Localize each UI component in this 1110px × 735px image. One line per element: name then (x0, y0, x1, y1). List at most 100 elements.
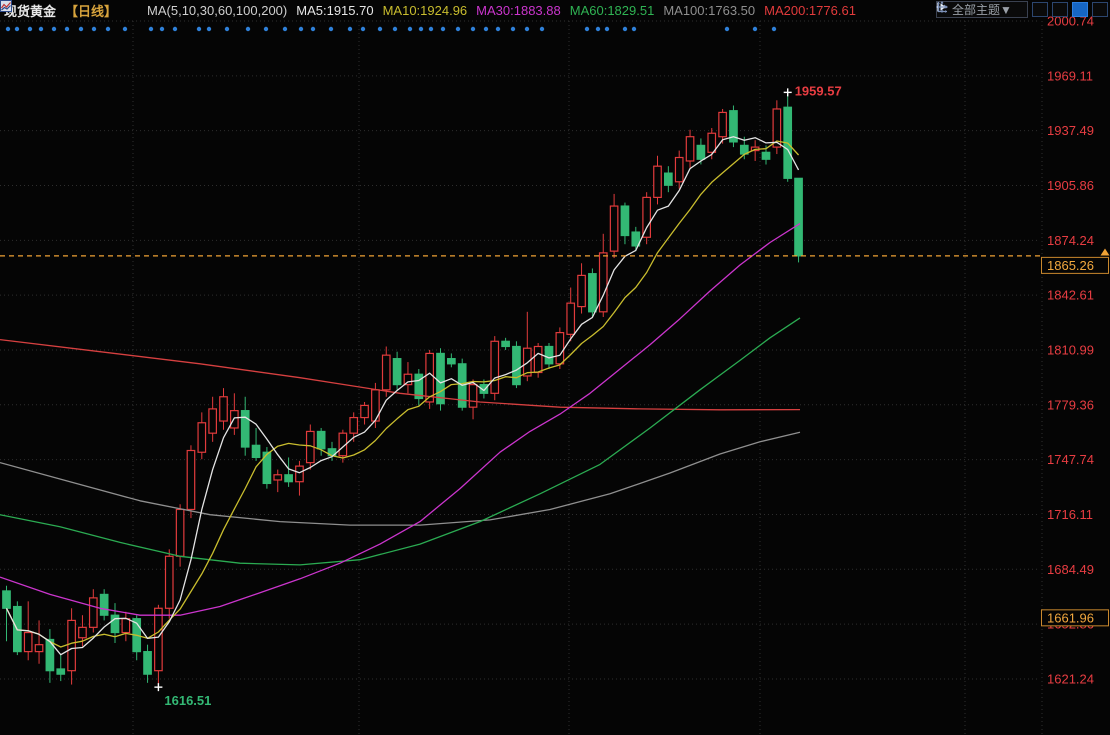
event-dot[interactable] (772, 27, 776, 31)
event-dot[interactable] (471, 27, 475, 31)
event-dot[interactable] (725, 27, 729, 31)
candle-body-up[interactable] (166, 556, 174, 608)
period-label[interactable]: 【日线】 (65, 1, 117, 20)
candle-body-up[interactable] (426, 353, 434, 402)
candle-body-up[interactable] (708, 133, 716, 152)
event-dot[interactable] (39, 27, 43, 31)
event-dot[interactable] (753, 27, 757, 31)
candle-body-down[interactable] (437, 353, 445, 403)
event-dot[interactable] (484, 27, 488, 31)
candle-body-up[interactable] (610, 206, 618, 251)
event-dot[interactable] (540, 27, 544, 31)
candle-body-up[interactable] (686, 137, 694, 161)
play-to-axis-icon[interactable] (1072, 2, 1088, 17)
candle-body-up[interactable] (600, 253, 608, 312)
event-dot[interactable] (123, 27, 127, 31)
candle-body-down[interactable] (621, 206, 629, 235)
event-dot[interactable] (207, 27, 211, 31)
candle-body-up[interactable] (209, 409, 217, 433)
event-dot[interactable] (496, 27, 500, 31)
event-dot[interactable] (65, 27, 69, 31)
candle-body-up[interactable] (68, 620, 76, 670)
event-dot[interactable] (623, 27, 627, 31)
event-dot[interactable] (160, 27, 164, 31)
candle-body-down[interactable] (241, 411, 249, 447)
candle-body-up[interactable] (220, 397, 228, 421)
event-dot[interactable] (106, 27, 110, 31)
event-dot[interactable] (197, 27, 201, 31)
candle-body-up[interactable] (469, 385, 477, 408)
event-dot[interactable] (225, 27, 229, 31)
event-dot[interactable] (311, 27, 315, 31)
candle-body-up[interactable] (24, 633, 32, 652)
event-dot[interactable] (525, 27, 529, 31)
candle-body-down[interactable] (317, 431, 325, 448)
pan-move-icon[interactable] (1032, 2, 1048, 17)
event-dot[interactable] (92, 27, 96, 31)
candle-body-up[interactable] (578, 275, 586, 306)
event-dot[interactable] (429, 27, 433, 31)
candle-body-up[interactable] (534, 346, 542, 372)
candle-body-up[interactable] (361, 405, 369, 417)
candle-body-up[interactable] (567, 303, 575, 334)
candle-body-up[interactable] (350, 418, 358, 434)
candle-body-up[interactable] (296, 466, 304, 482)
candle-body-up[interactable] (274, 475, 282, 480)
candle-body-up[interactable] (155, 608, 163, 670)
candle-body-up[interactable] (556, 333, 564, 364)
axis-scale-icon[interactable] (1052, 2, 1068, 17)
event-dot[interactable] (419, 27, 423, 31)
event-dot[interactable] (264, 27, 268, 31)
event-dot[interactable] (378, 27, 382, 31)
candle-body-down[interactable] (448, 359, 456, 364)
candle-body-up[interactable] (231, 411, 239, 428)
price-chart-canvas[interactable]: 1959.571616.512000.741969.111937.491905.… (0, 0, 1110, 735)
candle-body-down[interactable] (697, 145, 705, 159)
candle-body-up[interactable] (491, 341, 499, 393)
candle-body-down[interactable] (545, 346, 553, 363)
event-dot[interactable] (283, 27, 287, 31)
candle-body-down[interactable] (57, 669, 65, 674)
event-dot[interactable] (393, 27, 397, 31)
event-dot[interactable] (6, 27, 10, 31)
candle-body-up[interactable] (187, 451, 195, 510)
event-dot[interactable] (52, 27, 56, 31)
event-dot[interactable] (79, 27, 83, 31)
event-dot[interactable] (408, 27, 412, 31)
candle-body-down[interactable] (665, 173, 673, 185)
candle-body-down[interactable] (795, 178, 803, 256)
event-dot[interactable] (361, 27, 365, 31)
candle-body-down[interactable] (502, 341, 510, 346)
event-dot[interactable] (246, 27, 250, 31)
candle-body-up[interactable] (654, 166, 662, 197)
event-dot[interactable] (149, 27, 153, 31)
event-dot[interactable] (585, 27, 589, 31)
candle-body-down[interactable] (393, 359, 401, 385)
export-right-icon[interactable] (1092, 2, 1108, 17)
candle-body-down[interactable] (100, 594, 108, 615)
candle-body-down[interactable] (144, 652, 152, 675)
event-dot[interactable] (348, 27, 352, 31)
candle-body-up[interactable] (719, 112, 727, 136)
candle-body-up[interactable] (643, 197, 651, 237)
candle-body-down[interactable] (111, 615, 119, 632)
candle-body-down[interactable] (762, 152, 770, 159)
candle-body-up[interactable] (198, 423, 206, 452)
event-dot[interactable] (299, 27, 303, 31)
event-dot[interactable] (441, 27, 445, 31)
event-dot[interactable] (456, 27, 460, 31)
event-dot[interactable] (605, 27, 609, 31)
event-dot[interactable] (28, 27, 32, 31)
candle-body-up[interactable] (675, 158, 683, 182)
candle-body-up[interactable] (404, 374, 412, 384)
event-dot[interactable] (173, 27, 177, 31)
latest-price-arrow-icon[interactable] (1101, 249, 1110, 256)
event-dot[interactable] (15, 27, 19, 31)
event-dot[interactable] (596, 27, 600, 31)
chart-type-icon[interactable] (126, 4, 138, 16)
candle-body-up[interactable] (176, 509, 184, 556)
theme-dropdown[interactable]: 全部主题▼ (936, 1, 1028, 18)
candle-body-up[interactable] (122, 619, 130, 633)
candle-body-up[interactable] (35, 645, 43, 652)
event-dot[interactable] (329, 27, 333, 31)
